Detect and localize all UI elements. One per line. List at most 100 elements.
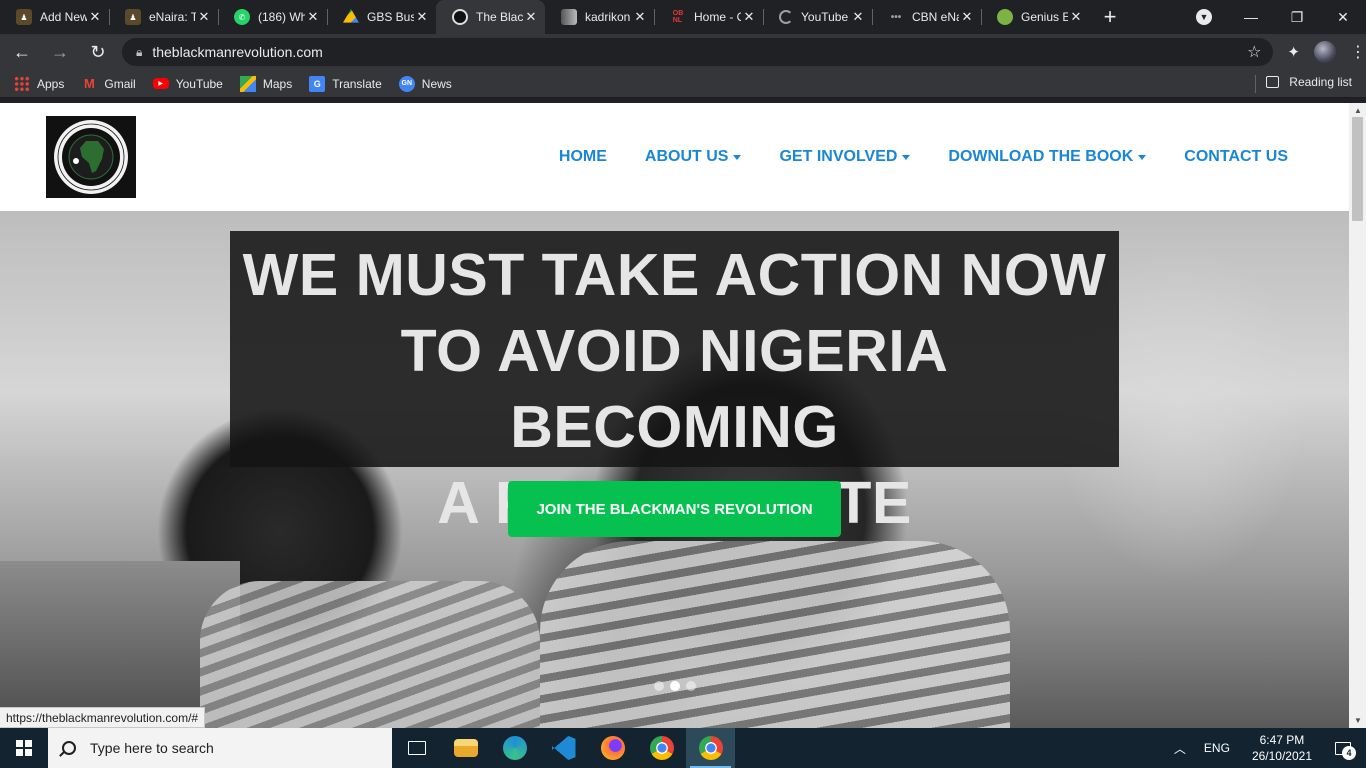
scroll-up-icon[interactable]: ▲ [1354,106,1362,115]
tab-youtube[interactable]: YouTube ✕ [763,0,872,34]
profile-avatar[interactable] [1314,41,1336,63]
bookmark-news[interactable]: GN News [398,75,452,92]
clock-date: 26/10/2021 [1251,749,1312,763]
tab-kadrikon[interactable]: kadrikon ✕ [545,0,654,34]
close-tab-icon[interactable]: ✕ [196,9,212,25]
chevron-down-icon: ▼ [1196,9,1212,25]
task-view-button[interactable] [392,728,441,768]
start-button[interactable] [0,728,48,768]
chrome-profile-icon [698,736,723,760]
chrome-icon [649,736,674,760]
chrome-profile-button[interactable] [686,728,735,768]
forward-button[interactable]: → [44,36,76,68]
url-text[interactable]: theblackmanrevolution.com [152,44,322,60]
news-icon: GN [398,75,415,92]
close-tab-icon[interactable]: ✕ [87,9,103,25]
extensions-icon[interactable]: ✦ [1287,43,1300,61]
carousel-dot-active[interactable] [670,681,680,691]
file-explorer-button[interactable] [441,728,490,768]
tab-home[interactable]: OB NL Home - O ✕ [654,0,763,34]
nav-download-the-book[interactable]: DOWNLOAD THE BOOK [948,148,1147,166]
tab-title: Genius E [1021,10,1068,24]
screen: ♟ Add New ✕ ♟ eNaira: T ✕ ✆ (186) Wh ✕ G… [0,0,1366,768]
minimize-icon: — [1244,9,1258,25]
restore-button[interactable]: ❐ [1274,0,1320,34]
bookmark-label: YouTube [175,76,223,91]
close-tab-icon[interactable]: ✕ [523,9,539,25]
carousel-indicators [654,681,696,691]
edge-icon [502,736,527,760]
nav-about-us[interactable]: ABOUT US [645,148,742,166]
menu-icon[interactable]: ⋮ [1350,42,1366,62]
clock-time: 6:47 PM [1259,733,1305,747]
close-tab-icon[interactable]: ✕ [632,9,648,25]
scrollbar-thumb[interactable] [1352,117,1363,221]
close-tab-icon[interactable]: ✕ [959,9,975,25]
tab-genius[interactable]: Genius E ✕ [981,0,1090,34]
tab-cbn-enaira[interactable]: ••• CBN eNa ✕ [872,0,981,34]
close-tab-icon[interactable]: ✕ [850,9,866,25]
bookmark-maps[interactable]: Maps [239,75,292,92]
bookmark-star-icon[interactable]: ☆ [1247,42,1261,62]
bookmark-apps[interactable]: Apps [14,75,64,92]
back-button[interactable]: ← [6,36,38,68]
tab-title: GBS Busi [367,10,414,24]
address-bar[interactable]: 🔒︎ theblackmanrevolution.com ☆ [121,38,1274,66]
bookmark-translate[interactable]: G Translate [309,75,382,92]
bookmark-youtube[interactable]: ▶ YouTube [152,76,223,91]
clock[interactable]: 6:47 PM 26/10/2021 [1252,732,1312,764]
lock-icon[interactable]: 🔒︎ [136,45,142,60]
close-window-button[interactable]: ✕ [1320,0,1366,34]
scroll-down-icon[interactable]: ▼ [1354,716,1362,725]
page-scrollbar[interactable]: ▲ ▼ [1349,103,1366,728]
notification-count-badge: 4 [1342,746,1356,760]
arrow-right-icon: → [50,41,69,62]
nav-get-involved[interactable]: GET INVOLVED [779,148,911,166]
site-logo[interactable] [46,116,136,198]
edge-button[interactable] [490,728,539,768]
join-revolution-button[interactable]: JOIN THE BLACKMAN'S REVOLUTION [508,481,841,537]
site-header: HOME ABOUT US GET INVOLVED DOWNLOAD THE … [0,103,1349,211]
nav-label: HOME [558,148,607,165]
link-status-bubble: https://theblackmanrevolution.com/# [0,707,206,728]
show-hidden-icons-icon[interactable]: ︿ [1174,740,1186,757]
reading-list-label: Reading list [1289,75,1352,89]
close-tab-icon[interactable]: ✕ [1068,9,1084,25]
restore-icon: ❐ [1290,8,1304,25]
tab-title: Home - O [694,10,741,24]
carousel-dot[interactable] [654,681,664,691]
tab-enaira[interactable]: ♟ eNaira: T ✕ [109,0,218,34]
person-icon: ♟ [16,9,32,25]
tab-title: CBN eNa [912,10,959,24]
nav-label: ABOUT US [644,148,729,165]
taskbar-search[interactable]: Type here to search [48,728,392,768]
close-tab-icon[interactable]: ✕ [305,9,321,25]
carousel-dot[interactable] [686,681,696,691]
tab-search-button[interactable]: ▼ [1188,0,1220,34]
tab-add-new[interactable]: ♟ Add New ✕ [0,0,109,34]
reload-button[interactable]: ↻ [82,36,114,68]
tab-gbs[interactable]: GBS Busi ✕ [327,0,436,34]
reading-list-button[interactable]: Reading list [1266,75,1352,89]
action-center-button[interactable]: 4 [1328,728,1358,768]
headline-line: WE MUST TAKE ACTION NOW [242,242,1107,308]
search-placeholder: Type here to search [90,740,214,756]
toolbar-actions: ✦ ⋮ [1287,41,1366,63]
divider [1255,75,1256,93]
hero-carousel: WE MUST TAKE ACTION NOW TO AVOID NIGERIA… [0,211,1349,728]
page-viewport[interactable]: HOME ABOUT US GET INVOLVED DOWNLOAD THE … [0,103,1366,728]
firefox-button[interactable] [588,728,637,768]
caret-down-icon [733,154,742,160]
tab-the-blackman[interactable]: The Black ✕ [436,0,545,34]
nav-contact-us[interactable]: CONTACT US [1184,148,1288,166]
tab-whatsapp[interactable]: ✆ (186) Wh ✕ [218,0,327,34]
close-tab-icon[interactable]: ✕ [741,9,757,25]
bookmark-gmail[interactable]: M Gmail [81,76,136,92]
nav-home[interactable]: HOME [559,148,607,166]
minimize-button[interactable]: — [1228,0,1274,34]
close-tab-icon[interactable]: ✕ [414,9,430,25]
new-tab-button[interactable]: + [1090,0,1130,34]
input-language[interactable]: ENG [1204,741,1230,755]
chrome-button[interactable] [637,728,686,768]
vscode-button[interactable] [539,728,588,768]
